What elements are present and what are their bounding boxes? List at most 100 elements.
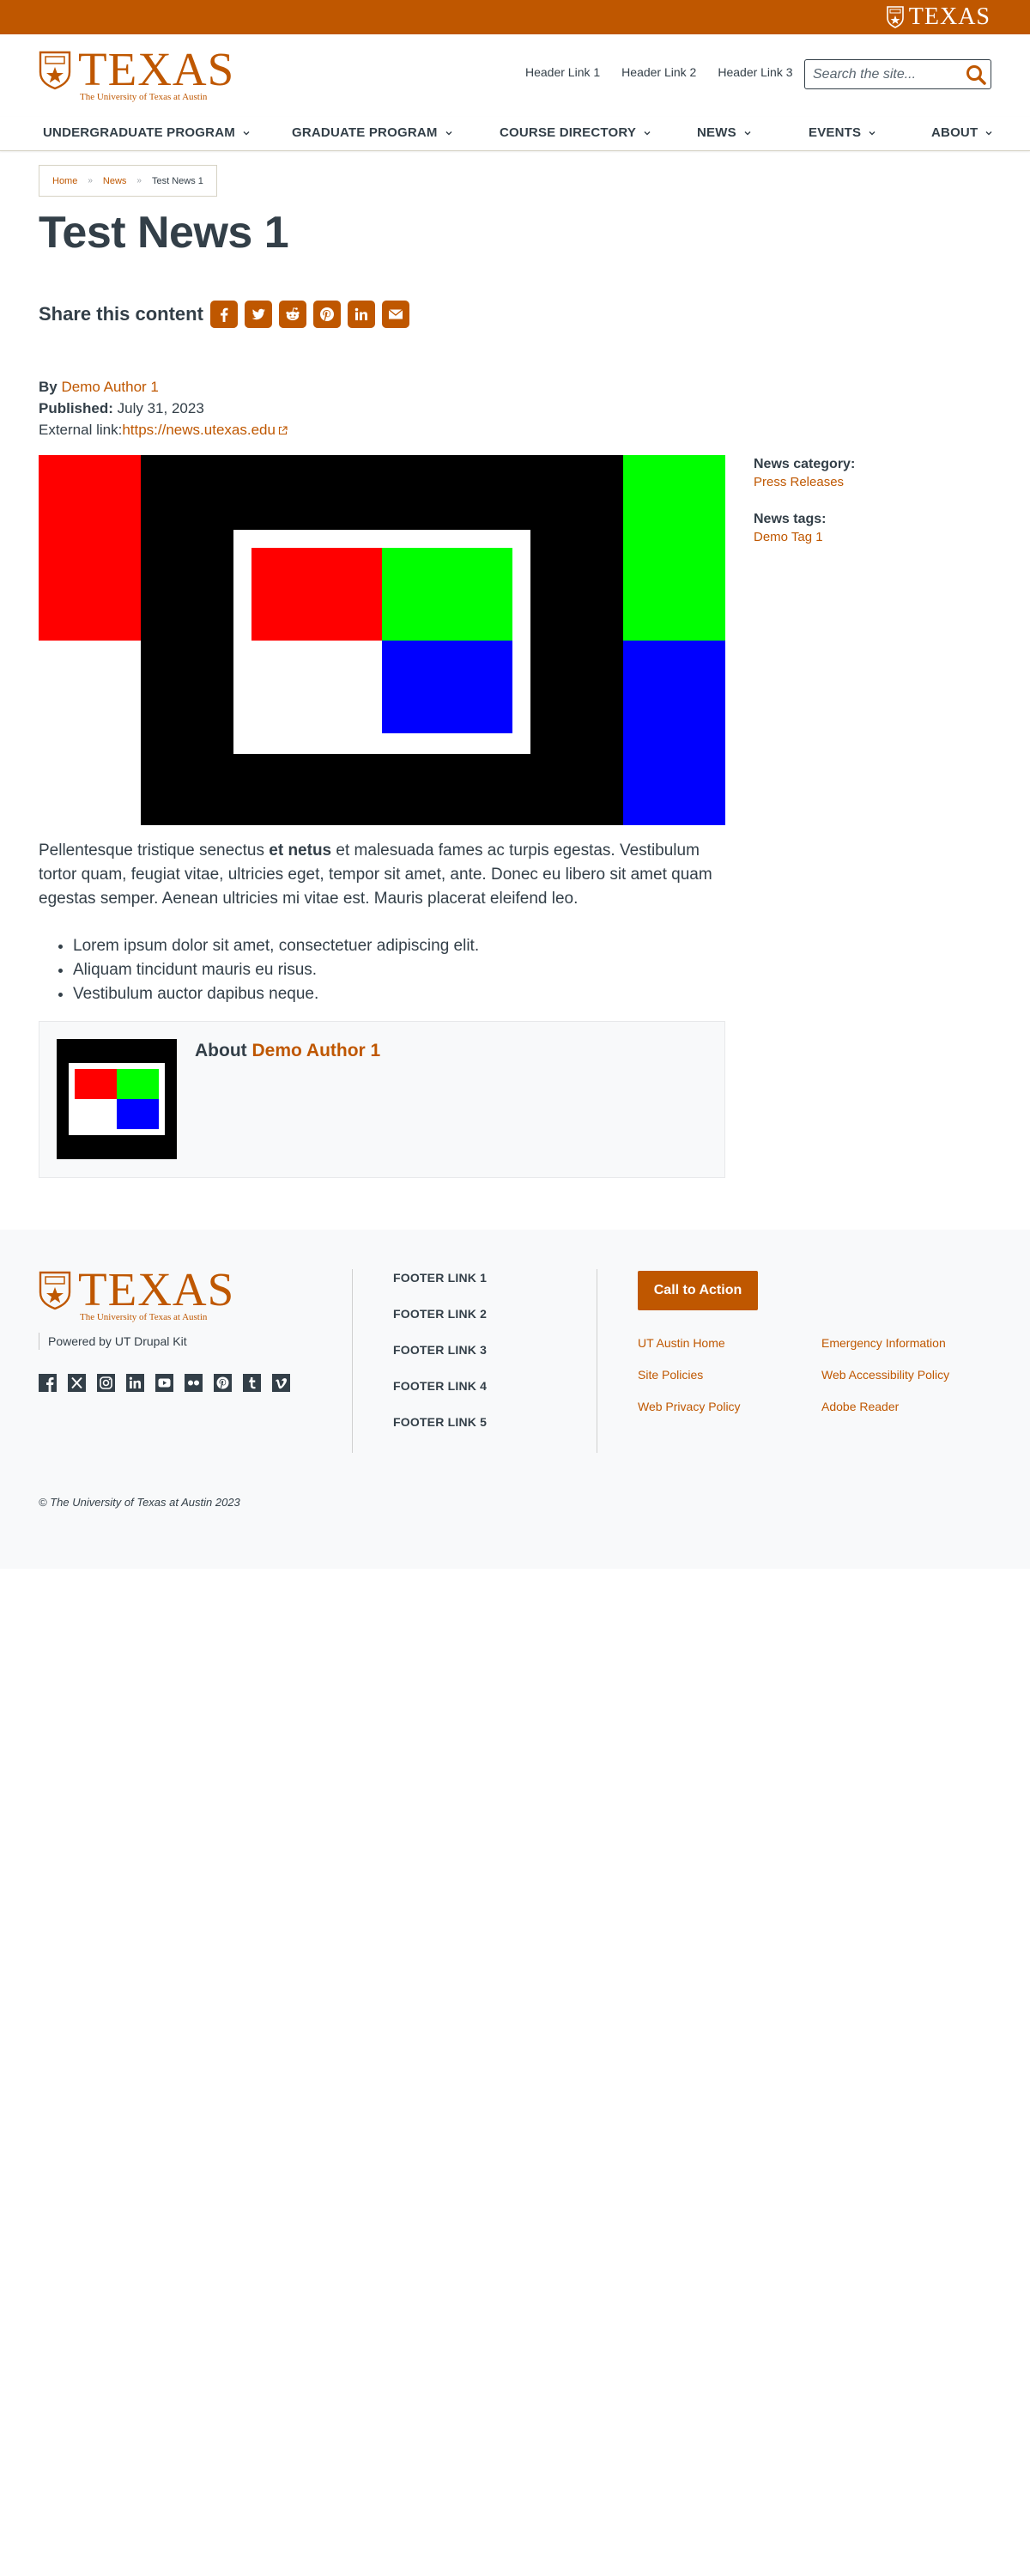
share-linkedin-button[interactable] (347, 301, 375, 328)
news-category-link[interactable]: Press Releases (754, 474, 994, 491)
header-link-2[interactable]: Header Link 2 (621, 64, 696, 80)
social-links (39, 1374, 290, 1392)
linkedin-link[interactable] (126, 1374, 144, 1392)
article-body-text: Pellentesque tristique senectus (39, 841, 270, 860)
tumblr-link[interactable] (243, 1374, 261, 1392)
search-icon[interactable] (965, 64, 987, 86)
nav-item-label: NEWS (697, 125, 736, 140)
published-date: July 31, 2023 (117, 400, 204, 416)
breadcrumb: Home » News » Test News 1 (39, 165, 217, 197)
footer-logo-link[interactable]: TEXAS The University of Texas at Austin (39, 1263, 235, 1323)
footer-link-2[interactable]: FOOTER LINK 2 (393, 1305, 487, 1322)
author-bio-box: About Demo Author 1 (39, 1021, 725, 1178)
chevron-down-icon (869, 131, 876, 135)
search-input[interactable] (813, 65, 959, 84)
flickr-link[interactable] (185, 1374, 203, 1392)
x-link[interactable] (68, 1374, 86, 1392)
footer-resource-link-web-accessibility-policy[interactable]: Web Accessibility Policy (821, 1366, 998, 1383)
breadcrumb-news[interactable]: News (103, 176, 127, 186)
footer-link-4[interactable]: FOOTER LINK 4 (393, 1377, 487, 1394)
chevron-down-icon (644, 131, 651, 135)
linkedin-icon (354, 307, 367, 320)
footer-resource-link-emergency-information[interactable]: Emergency Information (821, 1334, 998, 1352)
youtube-link[interactable] (155, 1374, 173, 1392)
breadcrumb-separator: » (88, 176, 93, 185)
breadcrumb-current: Test News 1 (151, 175, 203, 186)
footer-link-5[interactable]: FOOTER LINK 5 (393, 1413, 487, 1431)
nav-item-label: UNDERGRADUATE PROGRAM (43, 125, 235, 140)
external-link[interactable]: https://news.utexas.edu (122, 422, 276, 438)
powered-by-text: Powered by UT Drupal Kit (39, 1333, 187, 1350)
author-photo (57, 1039, 177, 1159)
list-item: Lorem ipsum dolor sit amet, consectetuer… (73, 934, 725, 958)
byline: By Demo Author 1 (39, 376, 288, 398)
share-pinterest-button[interactable] (312, 301, 341, 328)
nav-item-news[interactable]: NEWS (697, 125, 752, 140)
vimeo-icon (272, 1374, 290, 1392)
wordmark-text: TEXAS (908, 3, 991, 30)
share-twitter-button[interactable] (244, 301, 272, 328)
logo-wordmark: TEXAS (78, 43, 235, 95)
shield-icon (39, 1271, 71, 1310)
share-email-button[interactable] (381, 301, 409, 328)
email-icon (388, 308, 403, 319)
footer-resource-link-ut-austin-home[interactable]: UT Austin Home (638, 1334, 821, 1352)
footer-link-1[interactable]: FOOTER LINK 1 (393, 1269, 487, 1286)
university-wordmark-link[interactable]: TEXAS (886, 3, 991, 30)
news-tag-link[interactable]: Demo Tag 1 (754, 529, 994, 546)
share-reddit-button[interactable] (278, 301, 306, 328)
header-link-1[interactable]: Header Link 1 (525, 64, 600, 80)
nav-item-events[interactable]: EVENTS (809, 125, 876, 140)
news-tags-group: News tags: Demo Tag 1 (754, 510, 994, 546)
external-link-icon (278, 426, 288, 435)
author-link[interactable]: Demo Author 1 (61, 379, 158, 395)
about-author-heading: About Demo Author 1 (195, 1041, 380, 1061)
list-item: Vestibulum auctor dapibus neque. (73, 982, 725, 1006)
tumblr-icon (243, 1374, 261, 1392)
youtube-icon (155, 1374, 173, 1392)
nav-item-label: GRADUATE PROGRAM (292, 125, 438, 140)
vimeo-link[interactable] (272, 1374, 290, 1392)
footer-divider (352, 1269, 353, 1453)
search-box (804, 59, 991, 89)
page-title: Test News 1 (39, 208, 289, 258)
external-link-line: External link:https://news.utexas.edu (39, 419, 288, 440)
main-navigation: UNDERGRADUATE PROGRAM GRADUATE PROGRAM C… (0, 117, 1030, 151)
shield-icon (886, 6, 904, 28)
chevron-down-icon (985, 131, 992, 135)
facebook-icon (39, 1374, 57, 1392)
header-link-3[interactable]: Header Link 3 (718, 64, 792, 80)
nav-item-course-directory[interactable]: COURSE DIRECTORY (500, 125, 651, 140)
nav-item-label: COURSE DIRECTORY (500, 125, 637, 140)
footer-resource-link-site-policies[interactable]: Site Policies (638, 1366, 821, 1383)
pinterest-link[interactable] (214, 1374, 232, 1392)
byline-label: By (39, 379, 58, 395)
site-footer: TEXAS The University of Texas at Austin … (0, 1230, 1030, 1569)
about-author-link[interactable]: Demo Author 1 (252, 1041, 381, 1060)
footer-resource-link-adobe-reader[interactable]: Adobe Reader (821, 1398, 998, 1415)
x-icon (68, 1374, 86, 1392)
footer-resource-link-web-privacy-policy[interactable]: Web Privacy Policy (638, 1398, 821, 1415)
about-label: About (195, 1041, 247, 1060)
header-links: Header Link 1 Header Link 2 Header Link … (525, 64, 793, 80)
chevron-down-icon (243, 131, 250, 135)
chevron-down-icon (445, 131, 452, 135)
news-tags-label: News tags: (754, 512, 827, 526)
article-featured-image (39, 455, 725, 825)
share-facebook-button[interactable] (209, 301, 238, 328)
article-bullet-list: Lorem ipsum dolor sit amet, consectetuer… (73, 934, 725, 1006)
footer-logo-wordmark: TEXAS (78, 1263, 235, 1315)
facebook-link[interactable] (39, 1374, 57, 1392)
call-to-action-button[interactable]: Call to Action (638, 1271, 758, 1310)
breadcrumb-home[interactable]: Home (52, 176, 77, 186)
nav-item-about[interactable]: ABOUT (931, 125, 993, 140)
article-meta: By Demo Author 1 Published: July 31, 202… (39, 376, 288, 440)
footer-link-3[interactable]: FOOTER LINK 3 (393, 1341, 487, 1358)
site-logo-link[interactable]: TEXAS The University of Texas at Austin (39, 43, 235, 102)
nav-item-graduate-program[interactable]: GRADUATE PROGRAM (292, 125, 453, 140)
chevron-down-icon (744, 131, 751, 135)
news-category-label: News category: (754, 457, 856, 471)
nav-item-undergraduate-program[interactable]: UNDERGRADUATE PROGRAM (43, 125, 251, 140)
published-label: Published: (39, 400, 113, 416)
instagram-link[interactable] (97, 1374, 115, 1392)
